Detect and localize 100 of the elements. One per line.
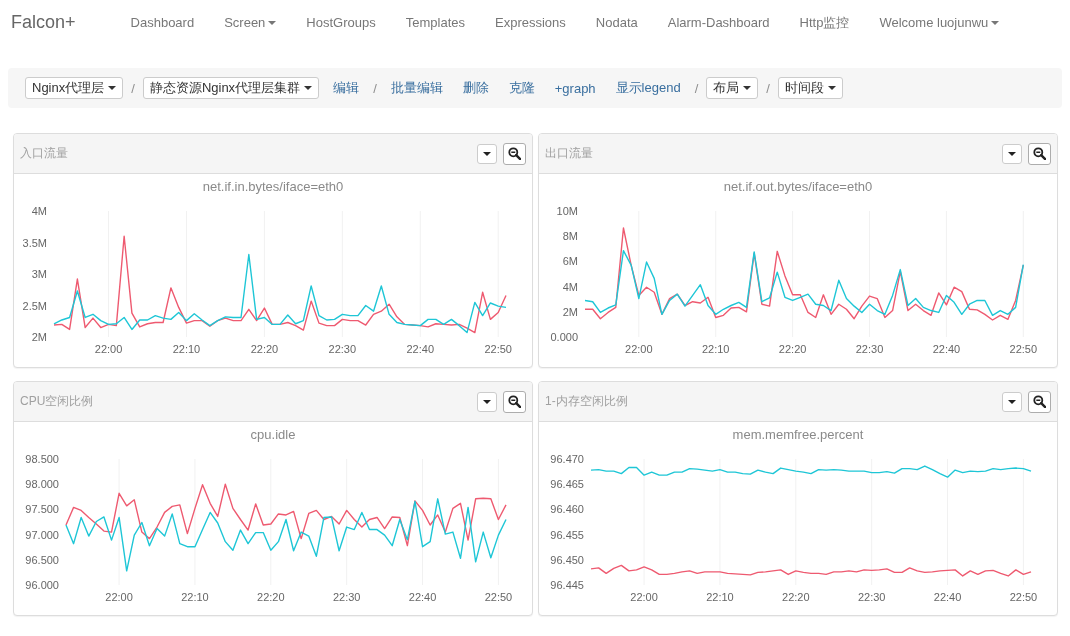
axis-label: 22:40 xyxy=(933,591,962,603)
axis-label: 0.000 xyxy=(550,331,578,343)
menu-button[interactable] xyxy=(477,143,497,164)
toolbar-link[interactable]: 克隆 xyxy=(508,79,535,97)
caret-icon xyxy=(1008,399,1016,404)
chart-title: mem.memfree.percent xyxy=(732,427,864,442)
breadcrumb-separator: / xyxy=(694,80,699,96)
zoom-button[interactable] xyxy=(503,142,526,165)
caret-icon xyxy=(743,86,752,90)
caret-icon xyxy=(304,86,313,90)
axis-label: 8M xyxy=(562,230,578,243)
zoom-button[interactable] xyxy=(1028,390,1051,413)
axis-label: 96.450 xyxy=(550,553,584,566)
axis-label: 22:00 xyxy=(105,591,133,603)
axis-label: 22:30 xyxy=(328,343,357,355)
toolbar-link[interactable]: +graph xyxy=(554,80,596,96)
toolbar-link[interactable]: 批量编辑 xyxy=(390,79,443,97)
axis-label: 96.445 xyxy=(550,579,584,591)
axis-label: 3.5M xyxy=(22,236,47,249)
menu-button[interactable] xyxy=(1002,391,1022,412)
axis-label: 22:30 xyxy=(857,591,886,603)
axis-label: 22:40 xyxy=(408,591,437,603)
nav-link[interactable]: HostGroups xyxy=(291,11,391,34)
axis-label: 2M xyxy=(562,305,578,318)
axis-label: 96.465 xyxy=(550,478,584,491)
panel-title: CPU空闲比例 xyxy=(20,393,94,410)
axis-label: 22:30 xyxy=(855,343,884,355)
axis-label: 4M xyxy=(31,205,47,217)
nav-link[interactable]: Dashboard xyxy=(115,11,210,34)
panel-title: 出口流量 xyxy=(545,145,593,162)
nav-link[interactable]: Expressions xyxy=(480,11,581,34)
axis-label: 96.470 xyxy=(550,453,584,465)
menu-button[interactable] xyxy=(477,391,497,412)
nav-dropdown[interactable]: Welcome luojunwu xyxy=(864,11,1015,34)
chart-title: cpu.idle xyxy=(250,427,296,442)
axis-label: 22:40 xyxy=(932,343,961,355)
magnifier-icon xyxy=(508,147,521,160)
caret-icon xyxy=(483,151,491,156)
axis-label: 22:10 xyxy=(172,343,201,355)
axis-label: 22:00 xyxy=(625,343,653,355)
dropdown-button[interactable]: 时间段 xyxy=(777,77,843,99)
axis-label: 22:20 xyxy=(250,343,279,355)
axis-label: 96.500 xyxy=(25,553,59,566)
breadcrumb-separator: / xyxy=(373,80,377,96)
dropdown-button[interactable]: 静态资源Nginx代理层集群 xyxy=(142,77,320,99)
axis-label: 22:10 xyxy=(706,591,734,603)
axis-label: 96.455 xyxy=(550,528,584,541)
chart-title: net.if.in.bytes/iface=eth0 xyxy=(202,179,344,194)
toolbar-link[interactable]: 删除 xyxy=(462,79,489,97)
axis-label: 4M xyxy=(562,280,578,293)
caret-icon xyxy=(827,86,836,90)
axis-label: 3M xyxy=(31,268,47,280)
axis-label: 22:10 xyxy=(701,343,730,355)
axis-label: 22:20 xyxy=(257,591,285,603)
menu-button[interactable] xyxy=(1002,143,1022,164)
axis-label: 97.000 xyxy=(25,528,59,541)
axis-label: 22:00 xyxy=(94,343,123,355)
nav-dropdown[interactable]: Screen xyxy=(209,11,292,34)
caret-icon xyxy=(108,86,117,90)
brand-logo[interactable]: Falcon+ xyxy=(11,12,76,33)
axis-label: 10M xyxy=(556,205,578,217)
axis-label: 98.000 xyxy=(25,478,59,491)
dropdown-button[interactable]: 布局 xyxy=(706,77,759,99)
axis-label: 22:30 xyxy=(332,591,361,603)
axis-label: 6M xyxy=(562,255,578,268)
caret-icon xyxy=(483,399,491,404)
nav-link[interactable]: Nodata xyxy=(580,11,653,34)
nav-link[interactable]: Alarm-Dashboard xyxy=(652,11,785,34)
nav-link[interactable]: Http监控 xyxy=(784,9,865,36)
axis-label: 22:00 xyxy=(630,591,658,603)
axis-label: 97.500 xyxy=(25,503,59,516)
dropdown-button[interactable]: Nginx代理层 xyxy=(25,77,124,99)
toolbar-link[interactable]: 编辑 xyxy=(333,79,360,97)
axis-label: 22:40 xyxy=(406,343,435,355)
axis-label: 22:50 xyxy=(484,591,513,603)
axis-label: 22:50 xyxy=(1009,591,1038,603)
caret-icon xyxy=(1008,151,1016,156)
magnifier-icon xyxy=(1033,147,1046,160)
axis-label: 22:20 xyxy=(782,591,810,603)
axis-label: 2M xyxy=(31,331,47,343)
axis-label: 98.500 xyxy=(25,453,59,465)
chart-title: net.if.out.bytes/iface=eth0 xyxy=(723,179,873,194)
nav-link[interactable]: Templates xyxy=(390,11,480,34)
axis-label: 96.460 xyxy=(550,503,584,516)
axis-label: 96.000 xyxy=(25,579,59,591)
zoom-button[interactable] xyxy=(1028,142,1051,165)
toolbar-link[interactable]: 显示legend xyxy=(615,79,681,97)
axis-label: 2.5M xyxy=(22,299,47,312)
magnifier-icon xyxy=(508,395,521,408)
axis-label: 22:50 xyxy=(1009,343,1038,355)
axis-label: 22:10 xyxy=(181,591,209,603)
axis-label: 22:50 xyxy=(484,343,512,355)
panel-title: 入口流量 xyxy=(20,145,68,162)
axis-label: 22:20 xyxy=(778,343,807,355)
panel-title: 1-内存空闲比例 xyxy=(545,393,628,410)
caret-icon xyxy=(268,20,277,25)
breadcrumb-separator: / xyxy=(131,80,135,96)
zoom-button[interactable] xyxy=(503,390,526,413)
breadcrumb-separator: / xyxy=(766,80,770,96)
caret-icon xyxy=(991,20,1000,25)
